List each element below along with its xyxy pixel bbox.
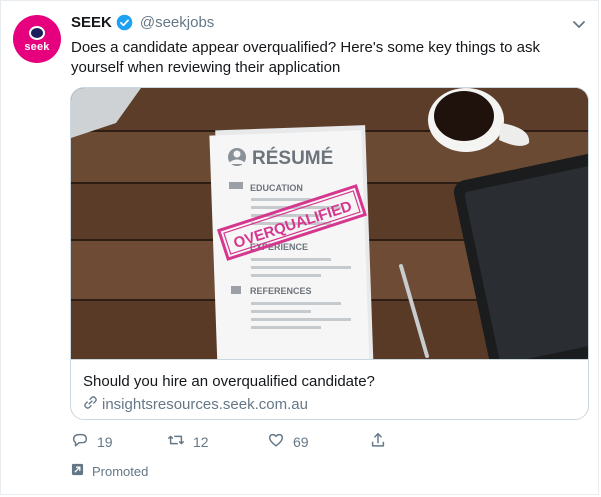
avatar[interactable]: seek xyxy=(13,15,61,63)
reply-button[interactable]: 19 xyxy=(71,431,113,452)
card-image: RÉSUMÉ EDUCATION EXPERIENCE REFERENCES O… xyxy=(71,88,588,359)
retweet-count: 12 xyxy=(193,433,209,450)
card-domain: insightsresources.seek.com.au xyxy=(102,396,308,413)
card-link[interactable]: insightsresources.seek.com.au xyxy=(83,395,576,414)
promoted-icon xyxy=(71,463,84,479)
tweet-text: Does a candidate appear overqualified? H… xyxy=(71,39,540,76)
like-icon xyxy=(267,431,285,452)
tweet-header: SEEK @seekjobs xyxy=(71,14,214,31)
resume-section-education: EDUCATION xyxy=(250,183,303,193)
tweet-actions: 19 12 69 xyxy=(71,431,391,451)
resume-heading: RÉSUMÉ xyxy=(252,147,333,169)
like-count: 69 xyxy=(293,433,309,450)
display-name[interactable]: SEEK xyxy=(71,14,112,31)
resume-section-references: REFERENCES xyxy=(250,286,312,296)
promoted-text: Promoted xyxy=(92,463,149,479)
retweet-button[interactable]: 12 xyxy=(167,431,209,452)
link-card[interactable]: RÉSUMÉ EDUCATION EXPERIENCE REFERENCES O… xyxy=(70,87,589,420)
like-button[interactable]: 69 xyxy=(267,431,309,452)
promoted-label: Promoted xyxy=(71,463,148,479)
share-button[interactable] xyxy=(369,431,387,452)
verified-badge-icon xyxy=(116,14,133,31)
reply-icon xyxy=(71,431,89,452)
retweet-icon xyxy=(167,431,185,452)
user-handle[interactable]: @seekjobs xyxy=(140,14,214,31)
tweet-card[interactable]: seek SEEK @seekjobs Does a candidate app… xyxy=(0,0,599,495)
chevron-down-icon[interactable] xyxy=(572,17,586,31)
card-body[interactable]: Should you hire an overqualified candida… xyxy=(71,359,588,419)
share-icon xyxy=(369,431,387,452)
link-icon xyxy=(83,395,98,414)
avatar-text: seek xyxy=(24,40,50,53)
card-title[interactable]: Should you hire an overqualified candida… xyxy=(83,372,576,391)
reply-count: 19 xyxy=(97,433,113,450)
seek-logo-icon xyxy=(29,25,45,40)
